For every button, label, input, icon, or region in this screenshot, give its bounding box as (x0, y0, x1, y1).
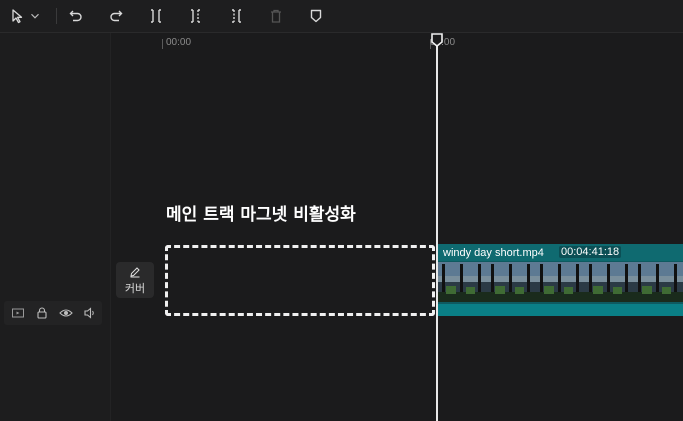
clip-audio-strip (438, 304, 683, 316)
clip-header: windy day short.mp4 00:04:41:18 (438, 244, 683, 261)
video-clip[interactable]: windy day short.mp4 00:04:41:18 (438, 244, 683, 316)
clip-thumbnails (438, 262, 683, 302)
ruler-start-label: 00:00 (166, 37, 192, 48)
playhead-line[interactable] (436, 40, 438, 421)
clip-thumbnail (536, 262, 585, 302)
cover-label: 커버 (124, 283, 146, 295)
clip-thumbnail (634, 262, 683, 302)
playhead-handle-icon[interactable] (431, 33, 443, 47)
split-icon[interactable] (146, 6, 166, 26)
ruler-tick (162, 39, 163, 49)
cover-button[interactable]: 커버 (116, 262, 154, 298)
magnet-hint-text: 메인 트랙 마그넷 비활성화 (166, 205, 356, 225)
redo-icon[interactable] (106, 6, 126, 26)
split-left-icon[interactable] (186, 6, 206, 26)
clip-thumbnail (585, 262, 634, 302)
dropdown-chevron-icon[interactable] (28, 6, 42, 26)
timeline-ruler[interactable]: 00:00 00:00 (160, 33, 683, 49)
select-cursor-icon[interactable] (8, 6, 28, 26)
track-controls (4, 301, 102, 325)
toolbar-divider (56, 8, 57, 24)
clip-thumbnail (438, 262, 487, 302)
timeline-toolbar (0, 0, 683, 33)
clip-duration: 00:04:41:18 (559, 246, 622, 258)
audio-volume-icon[interactable] (83, 306, 97, 320)
clip-thumbnail (487, 262, 536, 302)
marker-icon[interactable] (306, 6, 326, 26)
main-track-dropzone[interactable] (165, 245, 435, 316)
delete-icon[interactable] (266, 6, 286, 26)
pencil-icon (130, 267, 140, 278)
undo-icon[interactable] (66, 6, 86, 26)
track-header-panel (0, 33, 111, 421)
split-right-icon[interactable] (226, 6, 246, 26)
lock-icon[interactable] (35, 306, 49, 320)
clip-name: windy day short.mp4 (443, 247, 544, 259)
video-track-icon[interactable] (11, 306, 25, 320)
visibility-eye-icon[interactable] (59, 306, 73, 320)
